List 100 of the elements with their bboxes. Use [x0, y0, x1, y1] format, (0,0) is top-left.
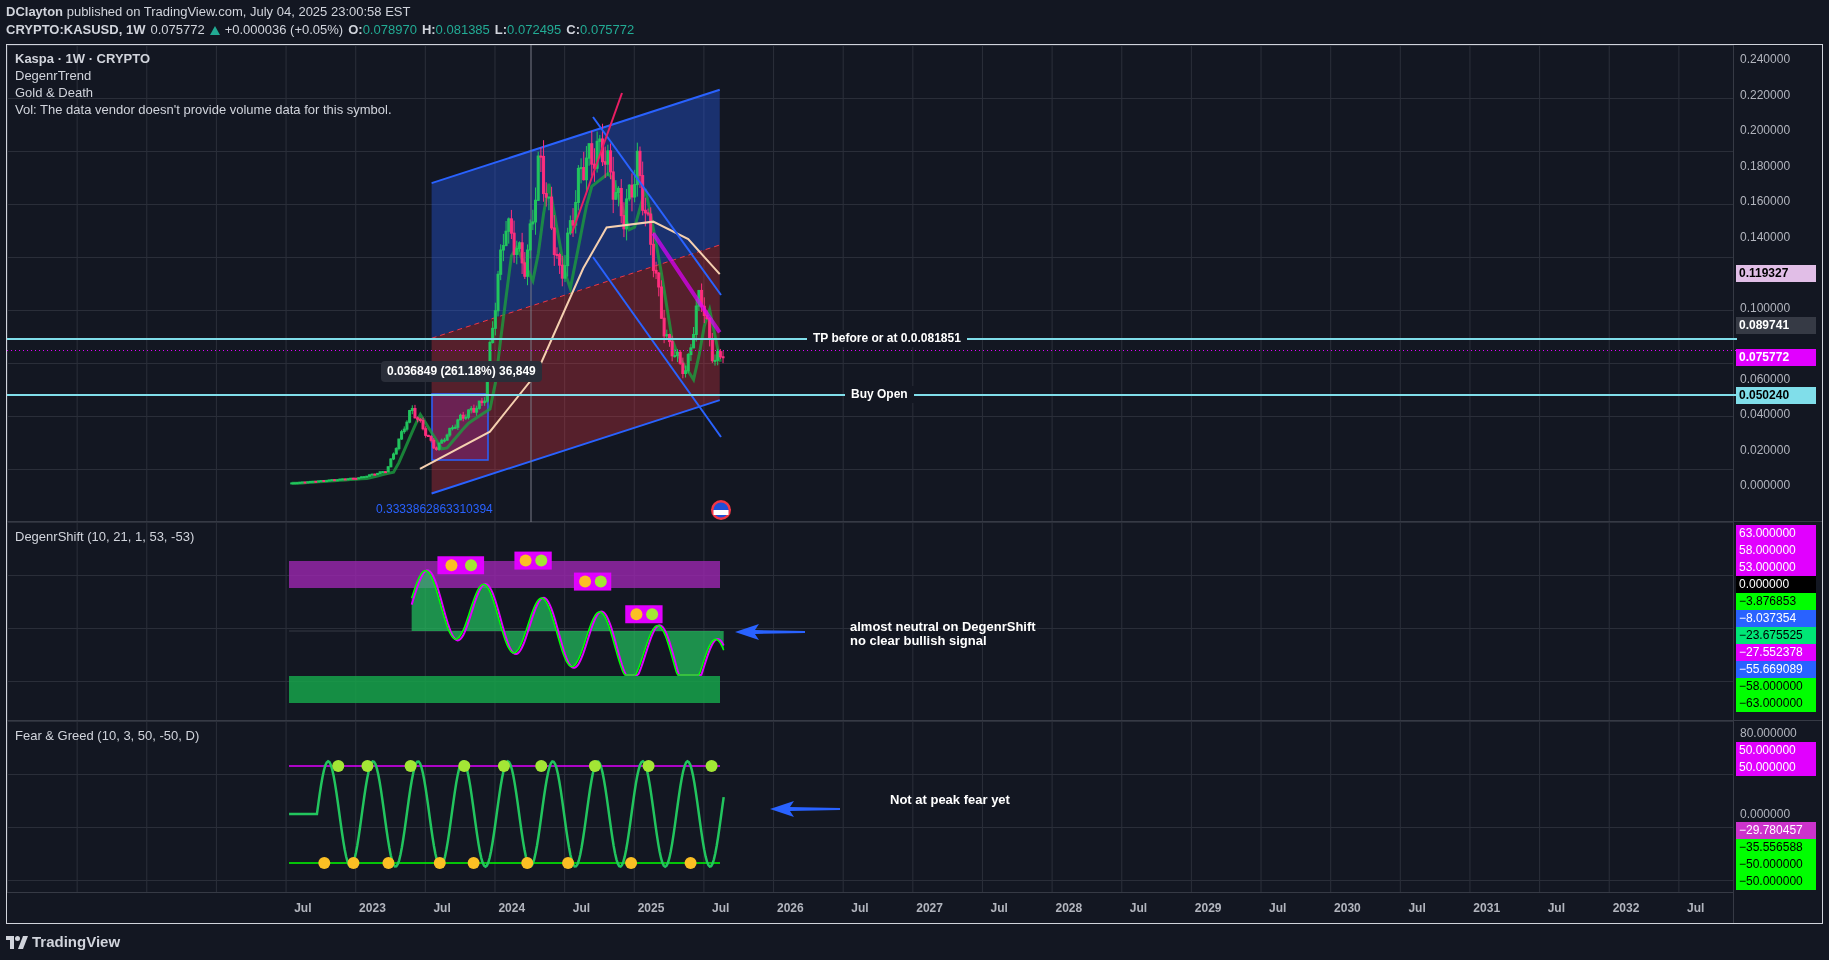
- annotation-text: Not at peak fear yet: [890, 792, 1010, 808]
- symbol-name: CRYPTO:KASUSD, 1W: [6, 21, 146, 39]
- price-axis-label: 0.160000: [1740, 194, 1791, 208]
- time-axis-label: 2030: [1333, 900, 1362, 917]
- publish-info: DClayton published on TradingView.com, July 04, 2025 23:00:58 EST: [6, 3, 411, 21]
- line-label: Buy Open: [845, 386, 914, 403]
- signal-marker-icon: [332, 760, 345, 772]
- signal-marker-icon: [562, 857, 575, 869]
- signal-marker-icon: [361, 760, 374, 772]
- ohlc-value: O:0.078970: [348, 21, 417, 39]
- price-tag: 50.000000: [1736, 759, 1816, 776]
- time-axis-label: Jul: [1268, 900, 1288, 917]
- logo-icon: [6, 935, 28, 949]
- price-tag: −8.037354: [1736, 610, 1816, 627]
- signal-marker-icon: [433, 857, 446, 869]
- price-axis-label: 0.220000: [1740, 87, 1791, 102]
- time-axis-label: Jul: [989, 900, 1009, 917]
- price-change: +0.000036 (+0.05%): [224, 21, 344, 39]
- time-axis-label: Jul: [1128, 900, 1149, 917]
- up-triangle-icon: [209, 25, 220, 35]
- signal-marker-icon: [458, 760, 471, 772]
- flag-icon: [711, 500, 731, 520]
- time-axis-label: Jul: [293, 900, 313, 917]
- signal-marker-icon: [705, 760, 718, 772]
- last-price: 0.075772: [150, 21, 205, 39]
- signal-marker-icon: [497, 760, 510, 772]
- time-axis-label: 2023: [358, 900, 387, 917]
- indicator-legend: DegenrShift (10, 21, 1, 53, -53): [15, 528, 195, 545]
- time-axis-label: Jul: [1685, 900, 1706, 917]
- signal-badge: [514, 551, 552, 570]
- time-axis-label: Jul: [571, 900, 592, 917]
- price-axis-label: 0.180000: [1740, 158, 1791, 173]
- time-axis-label: Jul: [1546, 900, 1566, 917]
- time-axis-label: 2024: [497, 900, 527, 917]
- price-tag: 0.089741: [1736, 317, 1816, 335]
- line-label: TP before or at 0.0.081851: [807, 330, 967, 347]
- price-axis-label: 0.000000: [1740, 807, 1791, 821]
- price-tag: −35.556588: [1736, 839, 1816, 856]
- signal-marker-icon: [535, 760, 548, 772]
- measure-box: [431, 393, 489, 461]
- chart-title: Kaspa · 1W · CRYPTO: [15, 50, 151, 67]
- price-tag: 53.000000: [1736, 559, 1816, 576]
- annotation-text: almost neutral on DegenrShift: [850, 620, 1036, 634]
- time-axis-label: 2027: [915, 900, 944, 917]
- price-tag: −23.675525: [1736, 627, 1816, 644]
- signal-marker-icon: [404, 760, 417, 772]
- price-tag: 50.000000: [1736, 742, 1816, 759]
- price-tag: 0.075772: [1736, 349, 1816, 366]
- time-axis-label: 2025: [636, 900, 666, 917]
- price-tag: −55.669089: [1736, 661, 1816, 678]
- left-arrow-icon: [770, 801, 840, 817]
- time-axis-label: 2032: [1611, 900, 1641, 917]
- indicator-legend: DegenrTrend: [15, 67, 92, 84]
- ohlc-value: L:0.072495: [494, 21, 562, 39]
- left-arrow-icon: [735, 624, 805, 640]
- time-axis-label: Jul: [850, 900, 870, 917]
- price-tag: 0.050240: [1736, 387, 1816, 405]
- indicator-legend: Vol: The data vendor doesn't provide volume data for this symbol.: [15, 101, 392, 118]
- price-axis-label: 0.200000: [1740, 123, 1791, 137]
- time-axis-label: Jul: [711, 900, 731, 917]
- price-tag: 0.000000: [1736, 576, 1816, 593]
- time-axis-label: 2028: [1054, 900, 1084, 917]
- signal-marker-icon: [318, 857, 331, 869]
- price-axis-label: 0.100000: [1740, 300, 1791, 315]
- signal-marker-icon: [625, 857, 638, 869]
- brand-name: TradingView: [32, 931, 121, 952]
- signal-marker-icon: [347, 857, 360, 869]
- fib-label: 0.3333862863310394: [376, 502, 493, 517]
- indicator-legend: Fear & Greed (10, 3, 50, -50, D): [15, 727, 200, 744]
- price-axis-label: 80.000000: [1740, 726, 1797, 740]
- price-tag: −3.876853: [1736, 593, 1816, 610]
- price-tag: −29.780457: [1736, 822, 1816, 839]
- time-axis-label: Jul: [1407, 900, 1427, 917]
- time-axis-label: Jul: [432, 900, 452, 917]
- signal-marker-icon: [684, 857, 697, 869]
- price-tag: −50.000000: [1736, 856, 1816, 873]
- price-axis-label: 0.240000: [1740, 52, 1791, 66]
- price-axis-label: 0.140000: [1740, 229, 1791, 244]
- signal-marker-icon: [521, 857, 534, 869]
- signal-marker-icon: [642, 760, 655, 772]
- price-tag: 0.119327: [1736, 264, 1816, 282]
- indicator-legend: Gold & Death: [15, 84, 94, 101]
- price-axis-label: 0.000000: [1740, 478, 1791, 492]
- signal-badge: [625, 605, 663, 624]
- price-axis-label: 0.040000: [1740, 407, 1791, 421]
- signal-marker-icon: [588, 760, 601, 772]
- signal-marker-icon: [382, 857, 395, 869]
- ohlc-value: C:0.075772: [566, 21, 635, 39]
- price-tag: −63.000000: [1736, 695, 1816, 712]
- time-axis-label: 2031: [1472, 900, 1502, 917]
- price-axis-label: 0.060000: [1740, 371, 1791, 386]
- signal-marker-icon: [467, 857, 480, 869]
- price-tag: −27.552378: [1736, 644, 1816, 661]
- annotation-text: no clear bullish signal: [850, 634, 987, 648]
- signal-badge: [437, 556, 485, 575]
- price-tag: 63.000000: [1736, 525, 1816, 542]
- price-tag: −50.000000: [1736, 873, 1816, 890]
- price-axis-label: 0.020000: [1740, 442, 1791, 457]
- time-axis-label: 2026: [775, 900, 805, 917]
- price-tag: 58.000000: [1736, 542, 1816, 559]
